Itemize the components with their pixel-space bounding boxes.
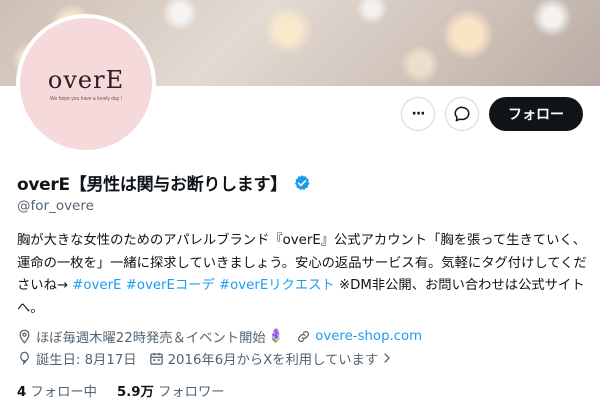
follow-button[interactable]: フォロー (489, 97, 583, 131)
verified-badge-icon[interactable] (293, 174, 311, 192)
birthday: 誕生日: 8月17日 (17, 349, 137, 368)
link-icon (298, 330, 310, 342)
followers-link[interactable]: 5.9万 フォロワー (117, 381, 225, 400)
message-button[interactable] (445, 97, 479, 131)
following-count: 4 (17, 385, 27, 400)
chevron-right-icon (384, 353, 390, 363)
website[interactable]: overe-shop.com (296, 329, 422, 344)
hashtag-link[interactable]: #overEリクエスト (219, 278, 335, 293)
following-link[interactable]: 4 フォロー中 (17, 381, 97, 400)
more-button[interactable]: ··· (401, 97, 435, 131)
hashtag-link[interactable]: #overEコーデ (126, 278, 215, 293)
website-link[interactable]: overe-shop.com (315, 329, 422, 344)
follow-stats: 4 フォロー中 5.9万 フォロワー (17, 381, 245, 400)
hashtag-link[interactable]: #overE (72, 278, 121, 293)
followers-label: フォロワー (158, 385, 225, 400)
message-icon (454, 106, 470, 122)
avatar-image: overE We hope you have a lovely day ! (20, 18, 152, 150)
location-text: ほぼ毎週木曜22時発売＆イベント開始 (36, 330, 266, 346)
more-icon: ··· (411, 106, 426, 122)
avatar-logo: overE (47, 66, 125, 94)
joined-text: 2016年6月からXを利用しています (167, 352, 379, 368)
joined[interactable]: 2016年6月からXを利用しています (149, 349, 398, 368)
handle: @for_overe (17, 198, 94, 214)
display-name-row: overE【男性は関与お断りします】 (17, 170, 311, 195)
meta-row-2: 誕生日: 8月17日 2016年6月からXを利用しています (17, 348, 587, 368)
bio: 胸が大きな女性のためのアパレルブランド『overE』公式アカウント「胸を張って生… (17, 230, 587, 320)
display-name: overE【男性は関与お断りします】 (17, 175, 287, 195)
location: ほぼ毎週木曜22時発売＆イベント開始 🪻 (17, 327, 284, 346)
following-label: フォロー中 (30, 385, 97, 400)
followers-count: 5.9万 (116, 385, 154, 400)
meta-row-1: ほぼ毎週木曜22時発売＆イベント開始 🪻 overe-shop.com (17, 326, 587, 346)
avatar-tagline: We hope you have a lovely day ! (49, 96, 123, 102)
balloon-icon (20, 351, 29, 365)
avatar[interactable]: overE We hope you have a lovely day ! (16, 14, 156, 154)
hyacinth-emoji-icon: 🪻 (267, 328, 285, 344)
calendar-icon (149, 352, 163, 365)
location-pin-icon (19, 329, 30, 344)
birthday-text: 誕生日: 8月17日 (36, 352, 137, 368)
